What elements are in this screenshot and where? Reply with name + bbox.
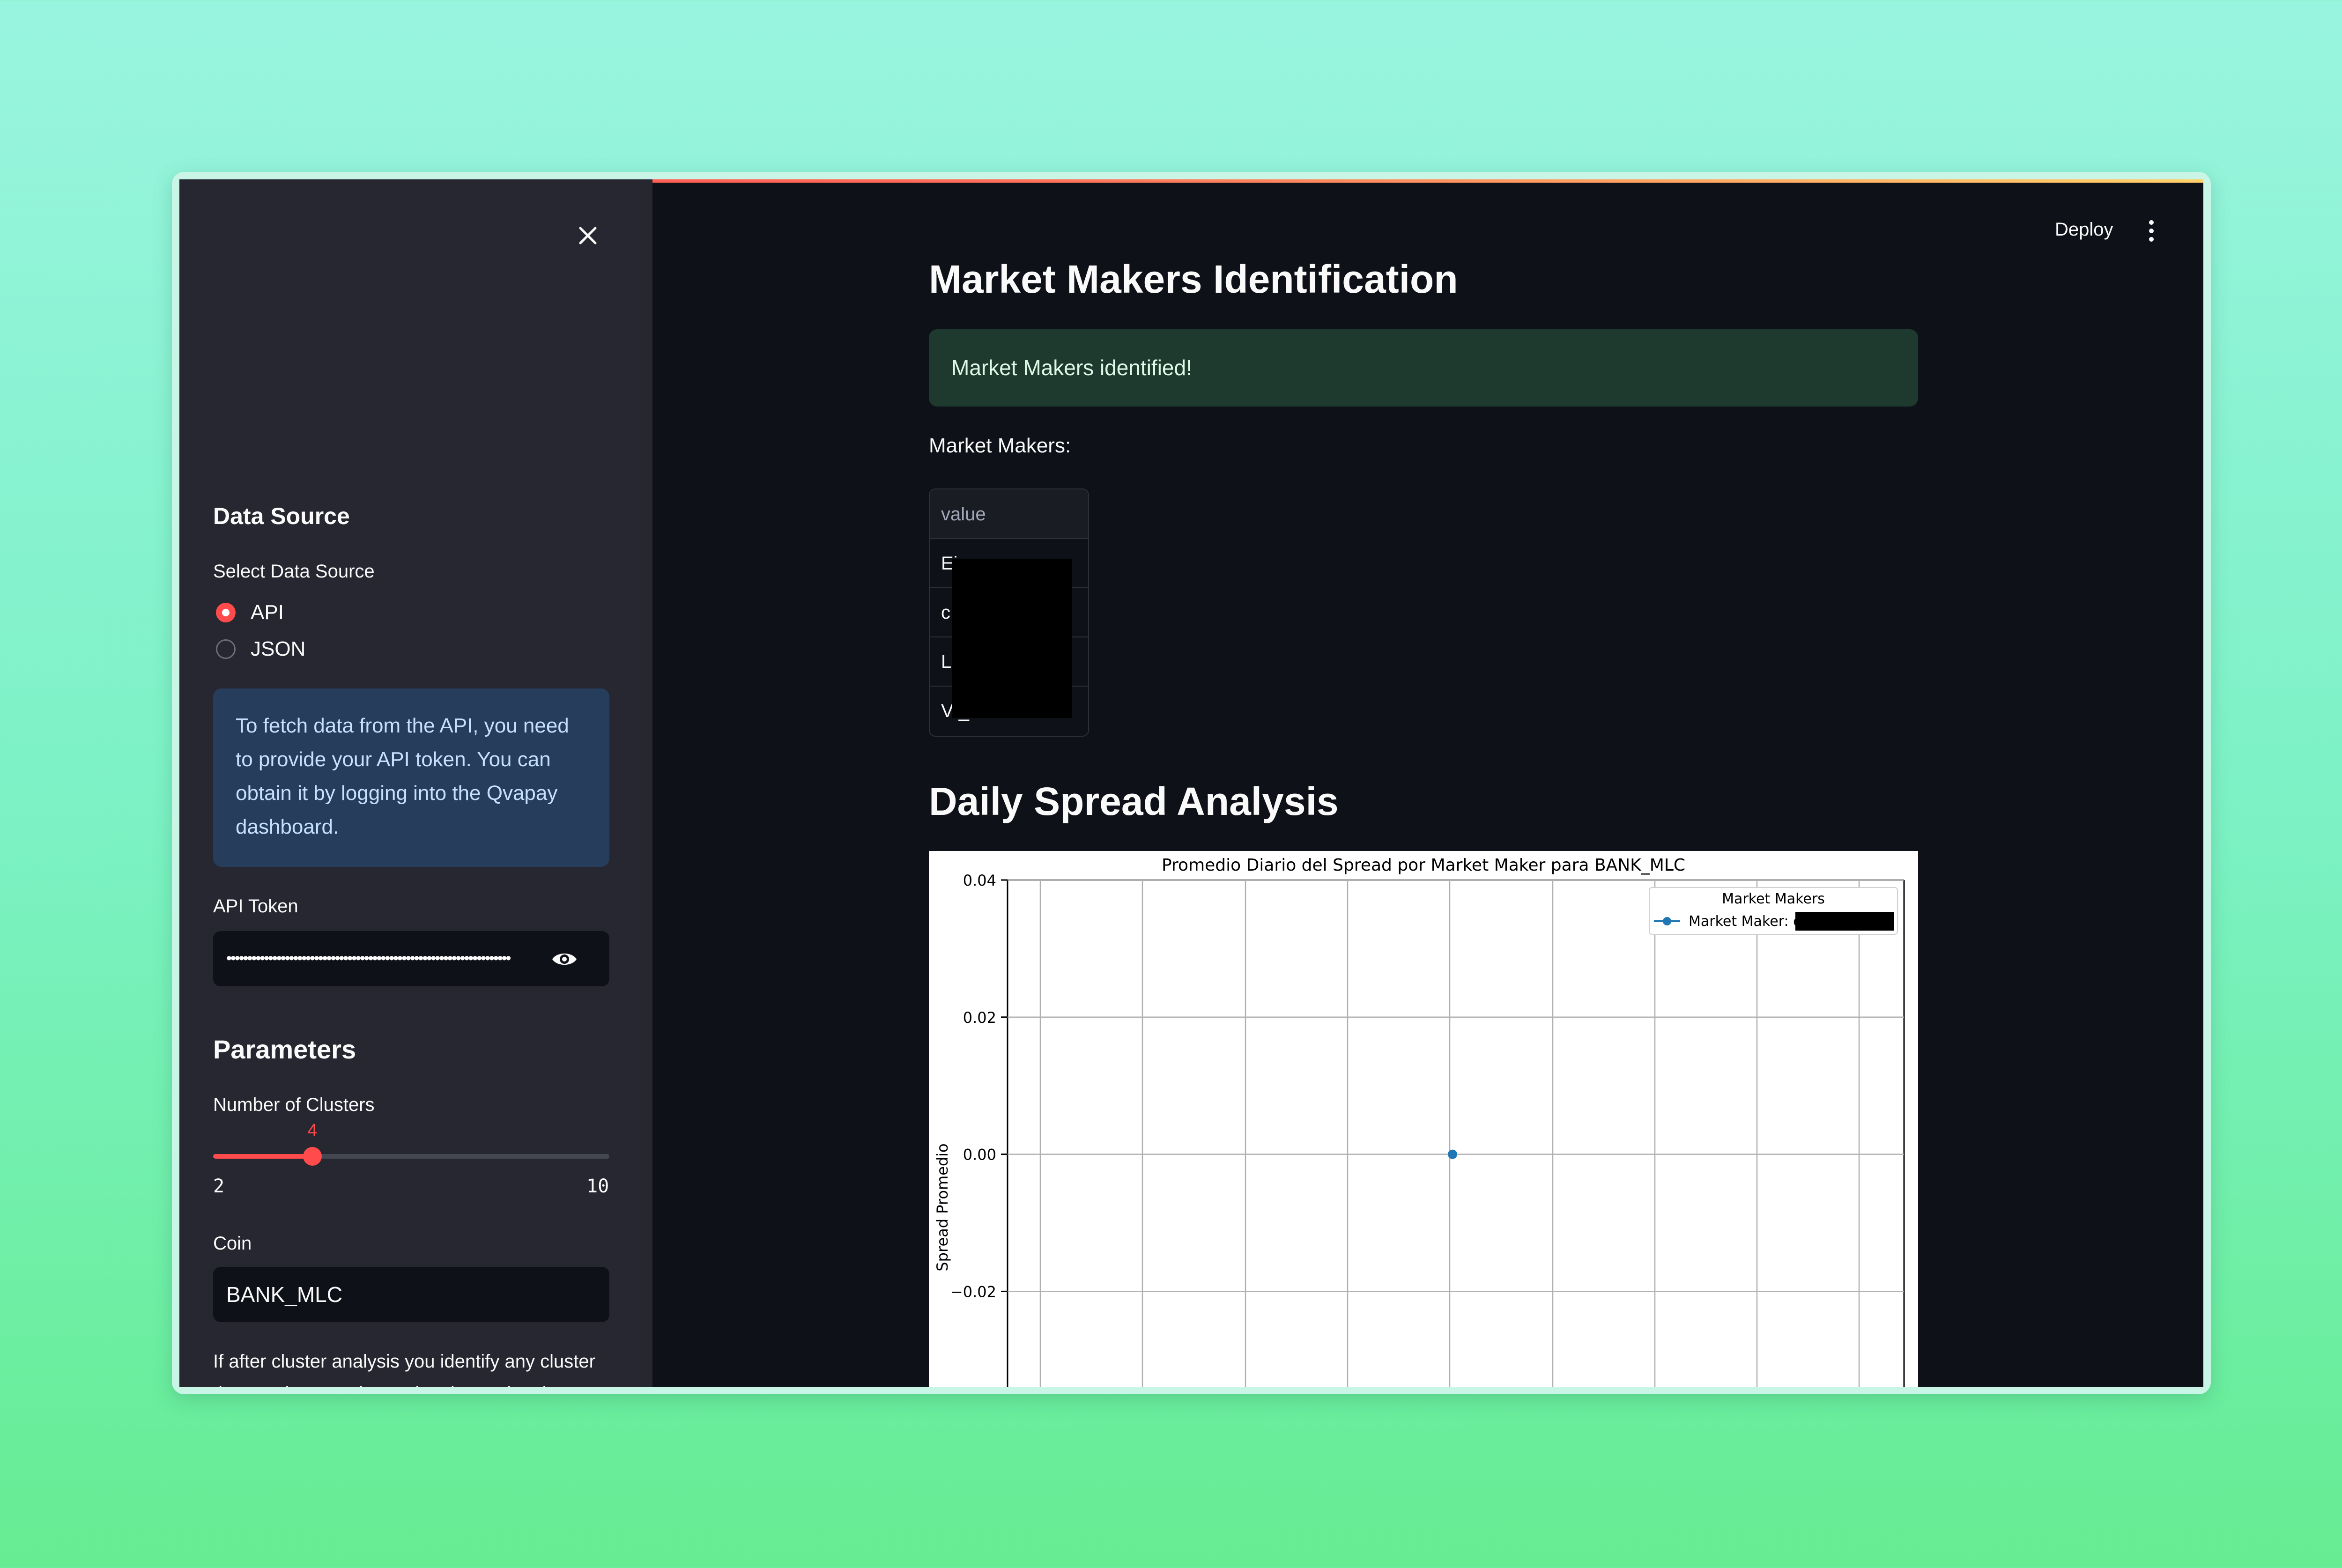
daily-spread-heading: Daily Spread Analysis (929, 779, 1339, 823)
redaction-box (952, 559, 1072, 718)
legend-redaction-box (1795, 912, 1894, 931)
success-alert: Market Makers identified! (929, 329, 1918, 407)
radio-button-unselected[interactable] (216, 639, 236, 659)
api-token-masked-value[interactable]: ••••••••••••••••••••••••••••••••••••••••… (226, 944, 526, 972)
radio-option-api[interactable]: API (216, 600, 284, 625)
y-tick-label: 0.04 (963, 872, 996, 889)
data-source-heading: Data Source (213, 503, 350, 529)
page-title: Market Makers Identification (929, 257, 1458, 301)
table-header-value[interactable]: value (930, 489, 1088, 539)
cluster-help-text: If after cluster analysis you identify a… (213, 1351, 595, 1387)
chart-svg: Promedio Diario del Spread por Market Ma… (934, 856, 1905, 1387)
market-makers-label: Market Makers: (929, 434, 1071, 457)
slider-min-label: 2 (213, 1176, 225, 1197)
coin-input[interactable]: BANK_MLC (213, 1267, 609, 1322)
eye-icon[interactable] (550, 945, 578, 973)
y-axis-label: Spread Promedio (934, 1143, 951, 1271)
y-tick-label: −0.02 (950, 1283, 996, 1301)
y-tick-label: 0.00 (963, 1146, 996, 1164)
radio-label-json: JSON (251, 637, 306, 660)
radio-button-selected[interactable] (216, 603, 236, 622)
clusters-label: Number of Clusters (213, 1095, 375, 1115)
legend-marker (1663, 917, 1671, 925)
api-token-label: API Token (213, 896, 298, 917)
api-token-field[interactable]: ••••••••••••••••••••••••••••••••••••••••… (213, 931, 609, 986)
chart-title: Promedio Diario del Spread por Market Ma… (1162, 856, 1685, 875)
slider-max-label: 10 (586, 1176, 609, 1197)
y-tick-label: 0.02 (963, 1009, 996, 1027)
main-content: Deploy Market Makers Identification Mark… (652, 179, 2203, 1387)
sidebar: Data Source Select Data Source API JSON … (179, 179, 652, 1387)
slider-current-value: 4 (307, 1121, 318, 1140)
deploy-button[interactable]: Deploy (2055, 219, 2113, 240)
info-alert: To fetch data from the API, you need to … (213, 688, 609, 867)
slider-thumb[interactable] (303, 1147, 322, 1166)
select-data-source-label: Select Data Source (213, 561, 375, 582)
radio-label-api: API (251, 601, 284, 624)
close-icon[interactable] (574, 222, 602, 250)
data-point (1448, 1149, 1457, 1159)
spread-chart: Promedio Diario del Spread por Market Ma… (929, 851, 1918, 1387)
coin-label: Coin (213, 1233, 252, 1254)
browser-window: Data Source Select Data Source API JSON … (172, 172, 2211, 1394)
more-vert-icon[interactable] (2146, 217, 2157, 245)
legend-entry-label: Market Maker: c (1689, 913, 1801, 930)
parameters-heading: Parameters (213, 1035, 356, 1064)
legend-title: Market Makers (1722, 891, 1825, 907)
streamlit-app: Data Source Select Data Source API JSON … (179, 179, 2203, 1387)
slider-fill (213, 1154, 313, 1159)
radio-option-json[interactable]: JSON (216, 637, 305, 661)
